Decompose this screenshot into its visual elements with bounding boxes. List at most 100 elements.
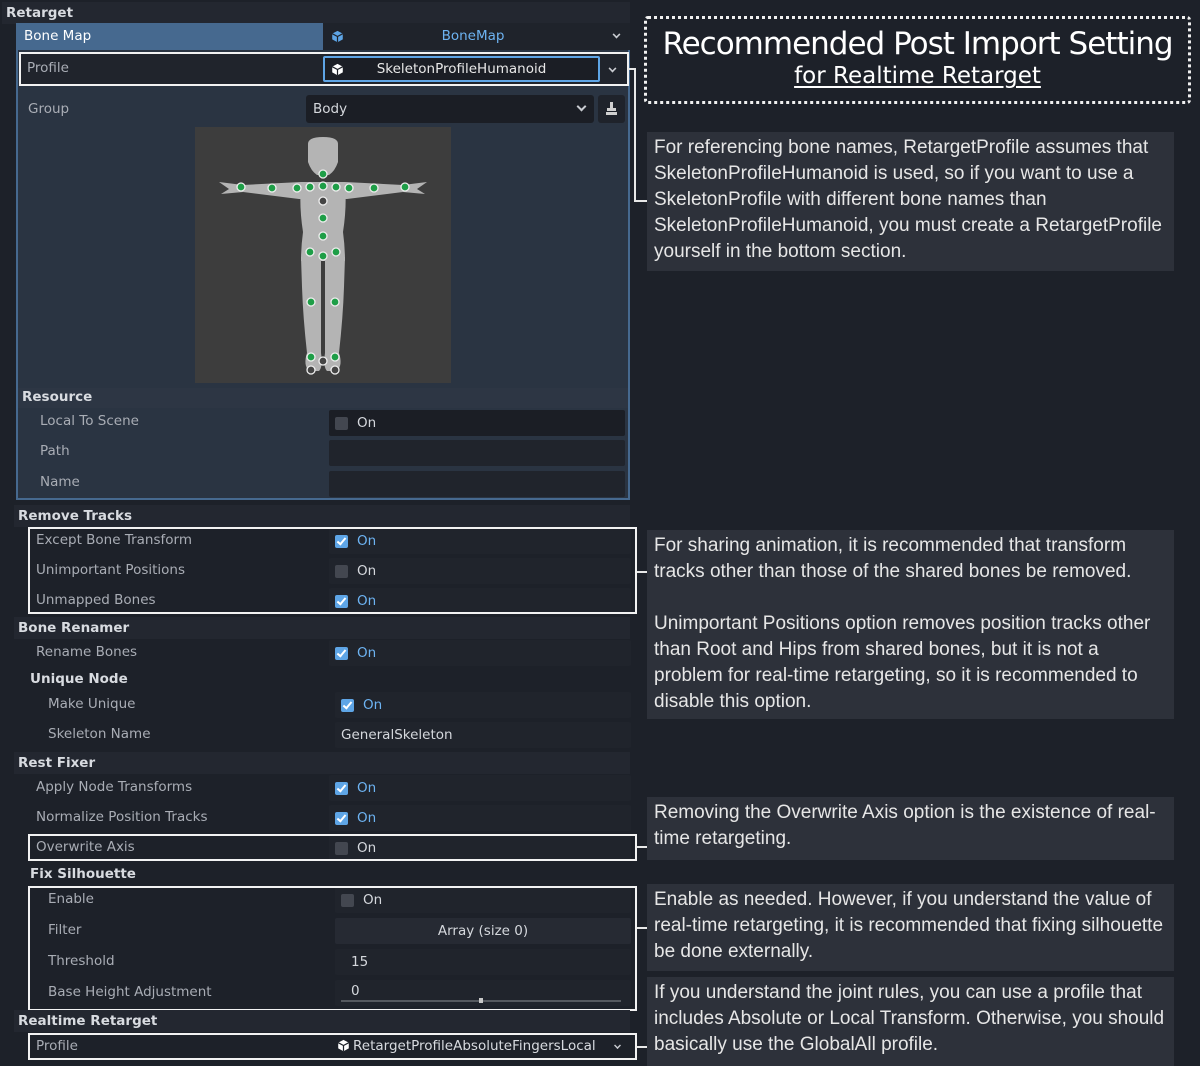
overwrite-axis-label: Overwrite Axis bbox=[36, 839, 135, 855]
chevron-down-icon[interactable] bbox=[576, 101, 587, 112]
connector-realtime-profile bbox=[637, 1046, 647, 1048]
note-fix-silhouette: Enable as needed. However, if you unders… bbox=[647, 884, 1174, 971]
joint-mapped[interactable] bbox=[318, 181, 328, 191]
section-remove-tracks[interactable]: Remove Tracks bbox=[14, 505, 630, 527]
base-height-adjustment-slider[interactable]: 0 bbox=[335, 980, 631, 1006]
joint-mapped[interactable] bbox=[306, 297, 316, 307]
except-bone-transform-checkbox[interactable]: On bbox=[329, 528, 631, 554]
checkbox-checked-icon bbox=[335, 812, 348, 825]
joint-mapped[interactable] bbox=[318, 169, 328, 179]
chevron-down-icon[interactable] bbox=[614, 1042, 621, 1049]
section-fix-silhouette[interactable]: Fix Silhouette bbox=[30, 866, 136, 882]
name-input[interactable] bbox=[329, 471, 625, 497]
local-to-scene-checkbox[interactable]: On bbox=[329, 410, 625, 436]
make-unique-checkbox[interactable]: On bbox=[335, 692, 631, 718]
bone-map-value: BoneMap bbox=[441, 28, 505, 44]
make-unique-label: Make Unique bbox=[48, 696, 136, 712]
group-select[interactable]: Body bbox=[306, 95, 594, 123]
joint-unmapped[interactable] bbox=[306, 365, 316, 375]
clear-brush-button[interactable] bbox=[598, 95, 625, 123]
joint-mapped[interactable] bbox=[330, 352, 340, 362]
checkbox-checked-icon bbox=[335, 595, 348, 608]
resource-cube-icon bbox=[337, 1039, 350, 1052]
joint-mapped[interactable] bbox=[306, 352, 316, 362]
unmapped-bones-checkbox[interactable]: On bbox=[329, 588, 631, 614]
clear-brush-icon bbox=[606, 102, 617, 115]
joint-unmapped[interactable] bbox=[318, 356, 328, 366]
joint-mapped[interactable] bbox=[344, 183, 354, 193]
joint-mapped[interactable] bbox=[369, 183, 379, 193]
local-to-scene-label: Local To Scene bbox=[40, 413, 139, 429]
section-rest-fixer[interactable]: Rest Fixer bbox=[14, 752, 630, 774]
joint-mapped[interactable] bbox=[318, 213, 328, 223]
bone-map-header[interactable]: Bone Map bbox=[17, 23, 323, 50]
apply-node-transforms-checkbox[interactable]: On bbox=[329, 775, 631, 801]
joint-mapped[interactable] bbox=[331, 247, 341, 257]
enable-checkbox[interactable]: On bbox=[335, 887, 631, 913]
note-remove-tracks-paragraph-2: Unimportant Positions option removes pos… bbox=[654, 613, 1151, 712]
joint-unmapped[interactable] bbox=[318, 196, 328, 206]
bone-map-label: Bone Map bbox=[24, 28, 92, 44]
note-remove-tracks: For sharing animation, it is recommended… bbox=[647, 530, 1174, 719]
enable-label: Enable bbox=[48, 891, 94, 907]
realtime-profile-resource-picker[interactable]: RetargetProfileAbsoluteFingersLocal bbox=[329, 1034, 631, 1058]
name-label: Name bbox=[40, 474, 80, 490]
realtime-profile-value: RetargetProfileAbsoluteFingersLocal bbox=[353, 1038, 596, 1054]
connector-profile bbox=[628, 68, 636, 202]
section-retarget[interactable]: Retarget bbox=[2, 2, 630, 24]
normalize-position-tracks-checkbox[interactable]: On bbox=[329, 805, 631, 831]
apply-node-transforms-label: Apply Node Transforms bbox=[36, 779, 193, 795]
checkbox-icon bbox=[341, 894, 354, 907]
joint-mapped[interactable] bbox=[400, 182, 410, 192]
overwrite-axis-checkbox[interactable]: On bbox=[329, 835, 631, 861]
joint-mapped[interactable] bbox=[236, 182, 246, 192]
joint-mapped[interactable] bbox=[330, 297, 340, 307]
unimportant-positions-label: Unimportant Positions bbox=[36, 562, 186, 578]
filter-label: Filter bbox=[48, 922, 82, 938]
checkbox-checked-icon bbox=[335, 647, 348, 660]
rename-bones-checkbox[interactable]: On bbox=[329, 640, 631, 666]
threshold-label: Threshold bbox=[48, 953, 115, 969]
filter-array-button[interactable]: Array (size 0) bbox=[335, 918, 631, 944]
base-height-adjustment-label: Base Height Adjustment bbox=[48, 984, 212, 1000]
joint-mapped[interactable] bbox=[305, 182, 315, 192]
connector-overwrite-axis bbox=[637, 846, 647, 848]
bone-map-resource-picker[interactable]: BoneMap bbox=[323, 23, 630, 50]
checkbox-icon bbox=[335, 565, 348, 578]
skeleton-name-input[interactable]: GeneralSkeleton bbox=[335, 722, 631, 748]
slider-grabber[interactable] bbox=[479, 998, 483, 1003]
unimportant-positions-checkbox[interactable]: On bbox=[329, 558, 631, 584]
profile-label: Profile bbox=[27, 60, 69, 76]
joint-mapped[interactable] bbox=[305, 247, 315, 257]
path-input[interactable] bbox=[329, 440, 625, 466]
joint-mapped[interactable] bbox=[318, 231, 328, 241]
normalize-position-tracks-label: Normalize Position Tracks bbox=[36, 809, 208, 825]
page-subtitle: for Realtime Retarget bbox=[794, 63, 1041, 89]
section-realtime-retarget[interactable]: Realtime Retarget bbox=[14, 1010, 630, 1032]
title-box: Recommended Post Import Setting for Real… bbox=[644, 16, 1191, 104]
threshold-spinbox[interactable]: 15 bbox=[335, 949, 631, 975]
profile-value: SkeletonProfileHumanoid bbox=[376, 61, 547, 77]
checkbox-icon bbox=[335, 417, 348, 430]
unmapped-bones-label: Unmapped Bones bbox=[36, 592, 156, 608]
joint-unmapped[interactable] bbox=[330, 365, 340, 375]
section-unique-node[interactable]: Unique Node bbox=[30, 671, 128, 687]
body-silhouette bbox=[219, 137, 427, 375]
page-title: Recommended Post Import Setting bbox=[662, 26, 1173, 62]
note-profile: For referencing bone names, RetargetProf… bbox=[647, 132, 1174, 271]
joint-mapped[interactable] bbox=[331, 182, 341, 192]
skeleton-body-view[interactable] bbox=[195, 127, 451, 383]
except-bone-transform-label: Except Bone Transform bbox=[36, 532, 192, 548]
joint-mapped[interactable] bbox=[267, 183, 277, 193]
checkbox-icon bbox=[335, 842, 348, 855]
joint-mapped[interactable] bbox=[292, 183, 302, 193]
skeleton-name-label: Skeleton Name bbox=[48, 726, 151, 742]
connector-fix-silhouette bbox=[637, 927, 647, 929]
section-bone-renamer[interactable]: Bone Renamer bbox=[14, 617, 630, 639]
joint-mapped[interactable] bbox=[318, 251, 328, 261]
checkbox-checked-icon bbox=[335, 782, 348, 795]
note-realtime-profile: If you understand the joint rules, you c… bbox=[647, 977, 1174, 1066]
section-resource[interactable]: Resource bbox=[18, 388, 628, 408]
profile-resource-picker[interactable]: SkeletonProfileHumanoid bbox=[323, 56, 600, 82]
realtime-profile-label: Profile bbox=[36, 1038, 78, 1054]
